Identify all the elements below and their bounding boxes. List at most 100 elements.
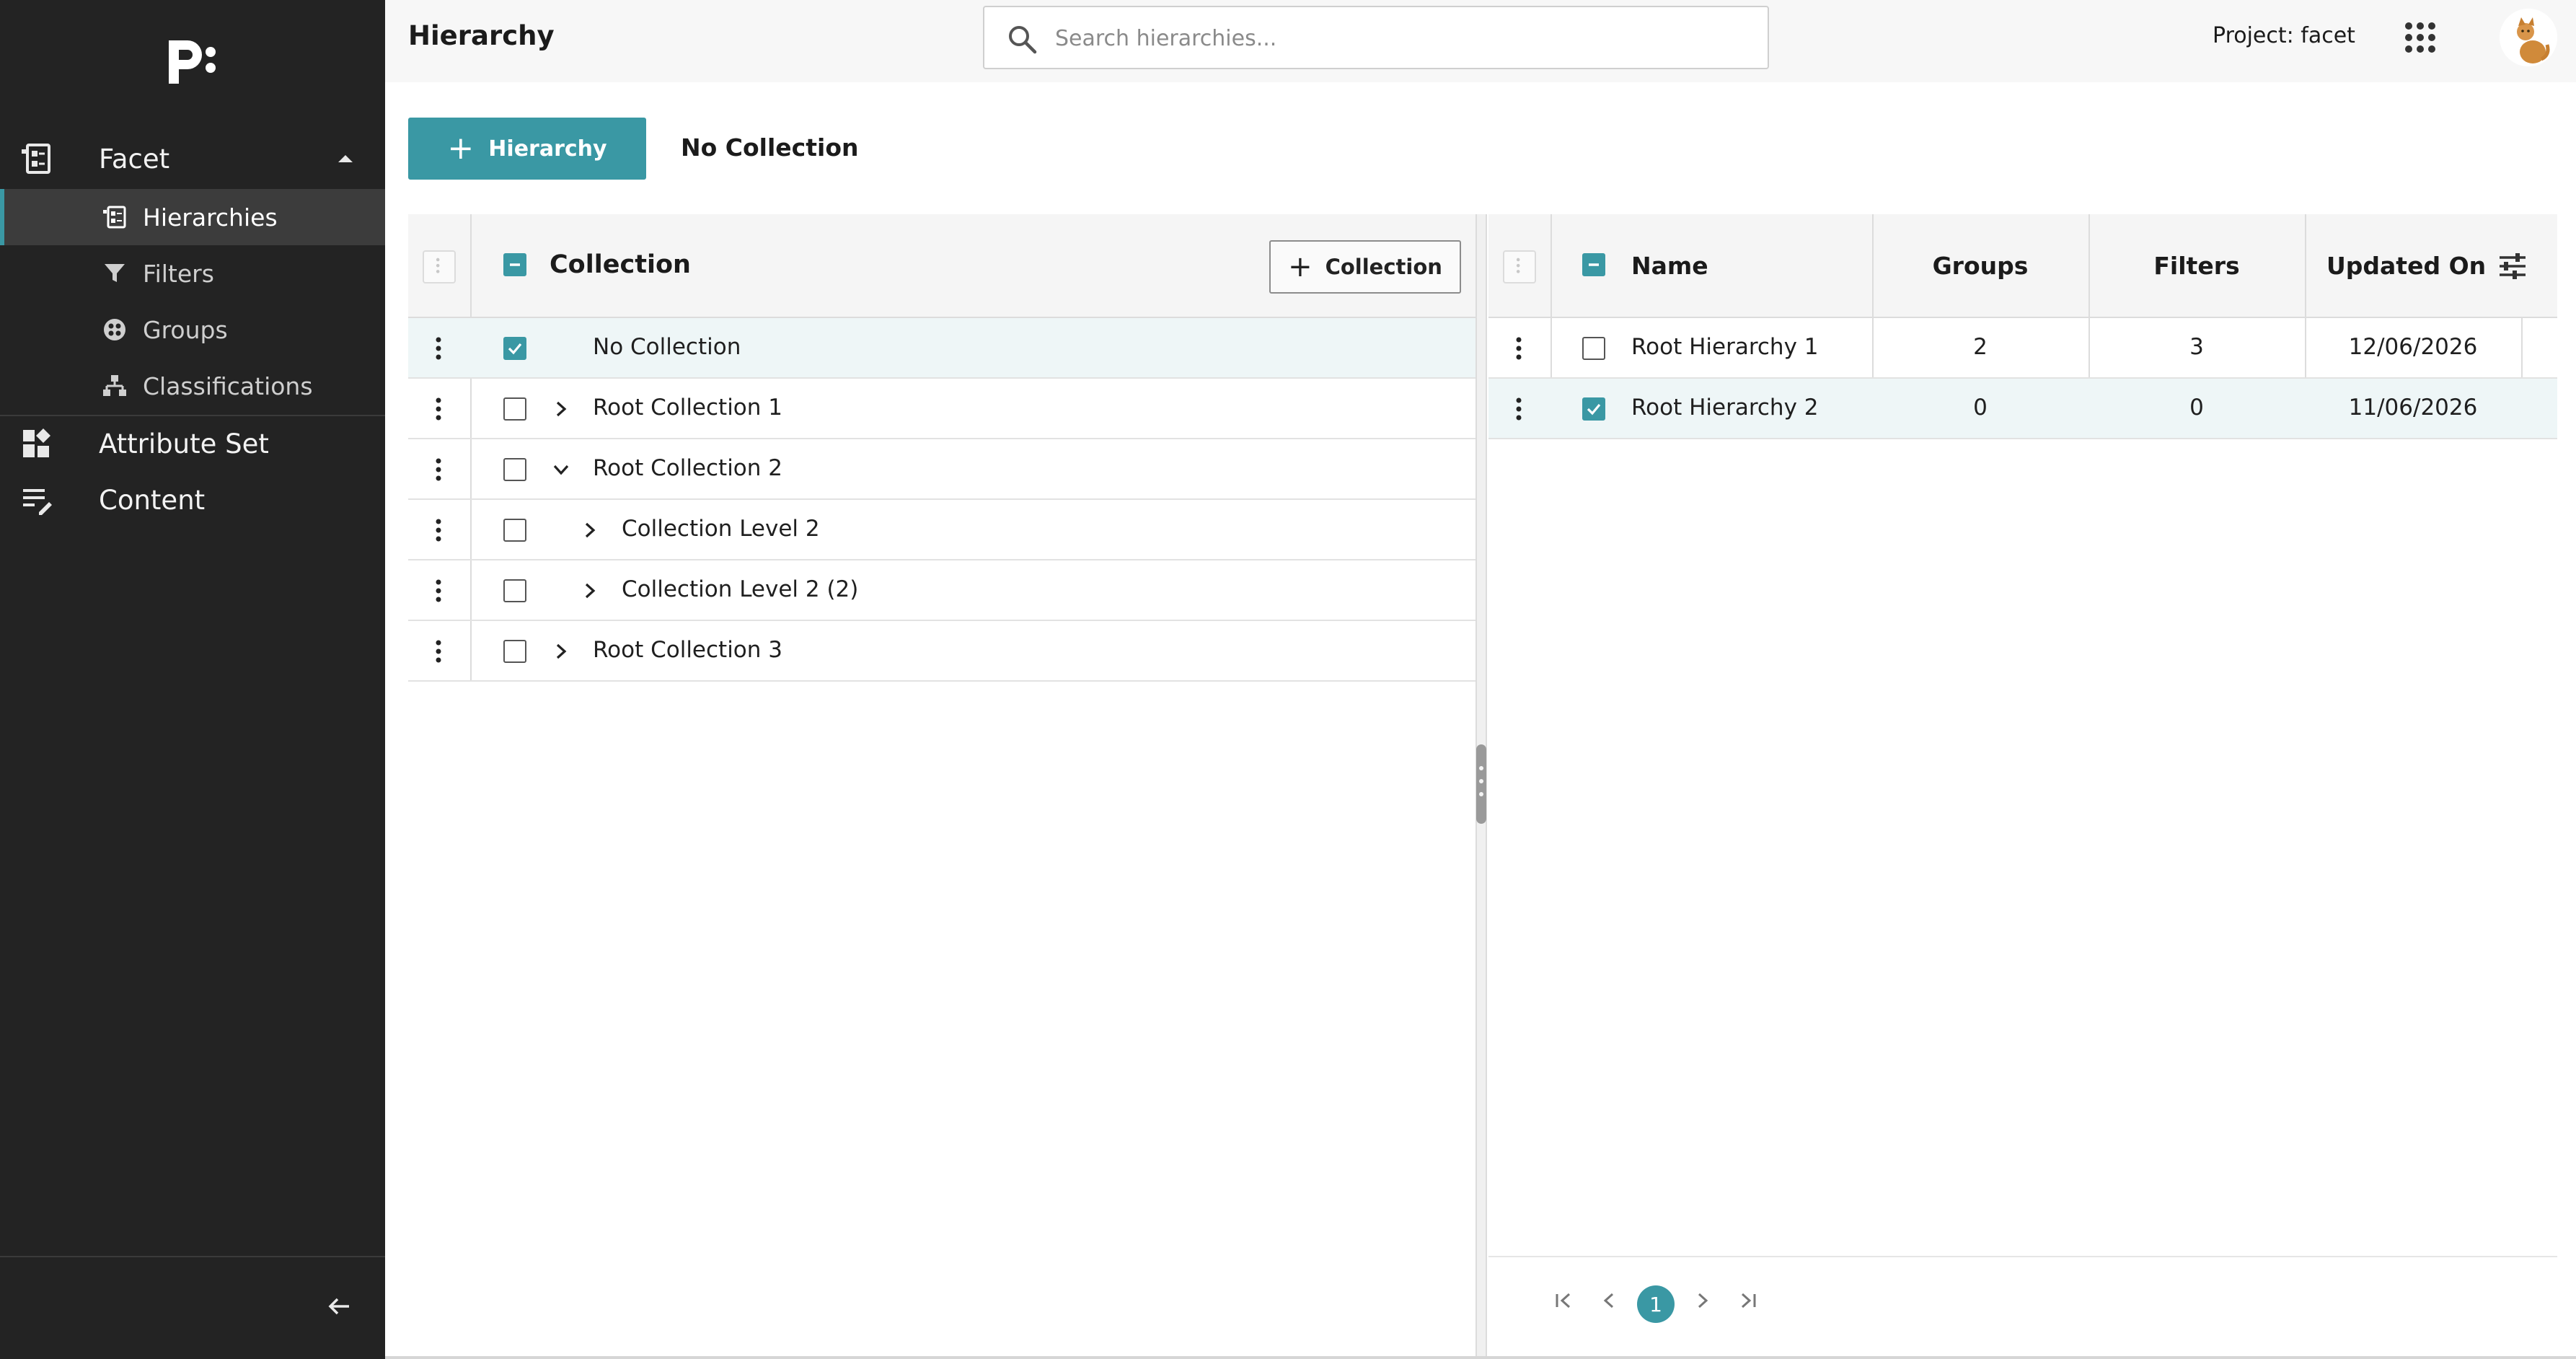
hierarchy-doc-icon bbox=[20, 142, 53, 175]
collection-checkbox[interactable] bbox=[503, 458, 526, 481]
sidebar-item-label: Groups bbox=[143, 315, 228, 344]
last-page-icon[interactable] bbox=[1735, 1288, 1761, 1314]
window-bottom-edge bbox=[385, 1356, 2576, 1359]
project-label[interactable]: Project: facet bbox=[2213, 23, 2355, 48]
row-menu-icon[interactable] bbox=[1510, 396, 1527, 422]
apps-grid-icon[interactable] bbox=[2403, 20, 2438, 55]
pager-divider bbox=[1488, 1256, 2557, 1257]
sidebar-item-filters[interactable]: Filters bbox=[0, 245, 385, 302]
chevron-right-icon[interactable] bbox=[580, 520, 600, 540]
row-menu-icon[interactable] bbox=[430, 457, 447, 483]
sidebar-section-content[interactable]: Content bbox=[0, 472, 385, 528]
collection-label: Collection Level 2 (2) bbox=[622, 576, 859, 602]
collection-checkbox[interactable] bbox=[503, 579, 526, 602]
collapse-sidebar-button[interactable] bbox=[325, 1291, 355, 1321]
add-collection-label: Collection bbox=[1325, 255, 1442, 279]
add-collection-button[interactable]: + Collection bbox=[1269, 240, 1461, 294]
updated-on-column-header[interactable]: Updated On bbox=[2326, 252, 2486, 280]
row-menu-icon[interactable] bbox=[430, 578, 447, 604]
hierarchy-grid-header: Name Groups Filters Updated On bbox=[1488, 214, 2557, 318]
current-page-indicator[interactable]: 1 bbox=[1637, 1285, 1675, 1323]
hierarchy-name-cell[interactable]: Root Hierarchy 1 bbox=[1631, 334, 1819, 360]
search-box[interactable] bbox=[983, 6, 1769, 69]
groups-cell: 0 bbox=[1973, 395, 1988, 421]
groups-cell: 2 bbox=[1973, 334, 1988, 360]
sidebar-item-label: Filters bbox=[143, 259, 214, 288]
first-page-icon[interactable] bbox=[1551, 1288, 1576, 1314]
minus-icon bbox=[1589, 263, 1599, 266]
hierarchy-doc-icon bbox=[102, 205, 127, 229]
filters-column-header[interactable]: Filters bbox=[2088, 252, 2305, 280]
row-menu-icon[interactable] bbox=[430, 638, 447, 664]
app-logo[interactable] bbox=[164, 36, 222, 88]
column-menu-button[interactable] bbox=[423, 250, 456, 283]
hierarchy-checkbox[interactable] bbox=[1582, 337, 1605, 360]
collection-row[interactable]: Root Collection 1 bbox=[408, 379, 1476, 439]
select-all-collections-checkbox[interactable] bbox=[503, 253, 526, 276]
previous-page-icon[interactable] bbox=[1597, 1288, 1623, 1314]
collection-checkbox[interactable] bbox=[503, 640, 526, 663]
arrow-left-icon bbox=[328, 1298, 349, 1315]
chevron-right-icon[interactable] bbox=[580, 581, 600, 601]
collection-tree-header: Collection + Collection bbox=[408, 214, 1476, 318]
collection-row[interactable]: No Collection bbox=[408, 318, 1476, 379]
check-icon bbox=[508, 343, 522, 355]
sidebar-item-label: Hierarchies bbox=[143, 203, 278, 232]
collection-column-header: Collection bbox=[550, 250, 691, 279]
sidebar-item-groups[interactable]: Groups bbox=[0, 302, 385, 358]
sidebar: Facet Hierarchies Filters Groups Classif… bbox=[0, 0, 385, 1359]
collection-row[interactable]: Root Collection 2 bbox=[408, 439, 1476, 500]
chevron-down-icon[interactable] bbox=[551, 459, 571, 480]
updated-on-cell: 11/06/2026 bbox=[2348, 395, 2478, 421]
chevron-right-icon[interactable] bbox=[551, 641, 571, 661]
collection-row[interactable]: Collection Level 2 bbox=[408, 500, 1476, 560]
sidebar-item-label: Classifications bbox=[143, 371, 313, 400]
name-column-header[interactable]: Name bbox=[1631, 252, 1708, 280]
search-input[interactable] bbox=[1055, 20, 1747, 56]
search-icon bbox=[1006, 23, 1038, 55]
add-hierarchy-button[interactable]: + Hierarchy bbox=[408, 118, 646, 180]
collection-label: No Collection bbox=[593, 334, 741, 360]
collection-row[interactable]: Root Collection 3 bbox=[408, 621, 1476, 682]
collection-checkbox[interactable] bbox=[503, 337, 526, 360]
sidebar-section-facet[interactable]: Facet bbox=[0, 131, 385, 187]
sidebar-section-attribute-set[interactable]: Attribute Set bbox=[0, 415, 385, 472]
sidebar-section-label: Attribute Set bbox=[99, 428, 269, 459]
groups-icon bbox=[102, 317, 127, 342]
hierarchy-name-cell[interactable]: Root Hierarchy 2 bbox=[1631, 395, 1819, 421]
collection-label: Root Collection 2 bbox=[593, 455, 783, 481]
edit-list-icon bbox=[20, 483, 53, 516]
plus-icon: + bbox=[447, 130, 475, 167]
filters-cell: 3 bbox=[2189, 334, 2204, 360]
row-menu-icon[interactable] bbox=[430, 396, 447, 422]
column-settings-icon[interactable] bbox=[2497, 250, 2528, 282]
minus-icon bbox=[510, 263, 520, 266]
column-menu-button[interactable] bbox=[1503, 250, 1536, 283]
collection-checkbox[interactable] bbox=[503, 519, 526, 542]
caret-up-icon bbox=[336, 153, 355, 164]
check-icon bbox=[1587, 403, 1601, 415]
groups-column-header[interactable]: Groups bbox=[1872, 252, 2088, 280]
row-menu-icon[interactable] bbox=[1510, 335, 1527, 361]
plus-icon: + bbox=[1288, 250, 1313, 283]
collection-checkbox[interactable] bbox=[503, 397, 526, 421]
collection-row[interactable]: Collection Level 2 (2) bbox=[408, 560, 1476, 621]
sidebar-item-classifications[interactable]: Classifications bbox=[0, 358, 385, 414]
next-page-icon[interactable] bbox=[1689, 1288, 1715, 1314]
hierarchy-row[interactable]: Root Hierarchy 1 2 3 12/06/2026 bbox=[1488, 318, 2557, 379]
hierarchy-checkbox[interactable] bbox=[1582, 397, 1605, 421]
row-menu-icon[interactable] bbox=[430, 335, 447, 361]
sidebar-item-hierarchies[interactable]: Hierarchies bbox=[0, 189, 385, 245]
select-all-hierarchies-checkbox[interactable] bbox=[1582, 253, 1605, 276]
classification-icon bbox=[102, 374, 127, 398]
add-hierarchy-label: Hierarchy bbox=[488, 136, 607, 162]
row-menu-icon[interactable] bbox=[430, 517, 447, 543]
page-title: Hierarchy bbox=[408, 20, 555, 51]
user-avatar[interactable] bbox=[2500, 9, 2557, 66]
collection-tree-panel: Collection + Collection No Collection Roo… bbox=[408, 214, 1476, 1359]
hierarchy-grid-panel: Name Groups Filters Updated On Root Hier… bbox=[1488, 214, 2557, 1359]
chevron-right-icon[interactable] bbox=[551, 399, 571, 419]
splitter-drag-handle[interactable] bbox=[1476, 744, 1486, 824]
collection-label: Collection Level 2 bbox=[622, 516, 820, 542]
hierarchy-row[interactable]: Root Hierarchy 2 0 0 11/06/2026 bbox=[1488, 379, 2557, 439]
